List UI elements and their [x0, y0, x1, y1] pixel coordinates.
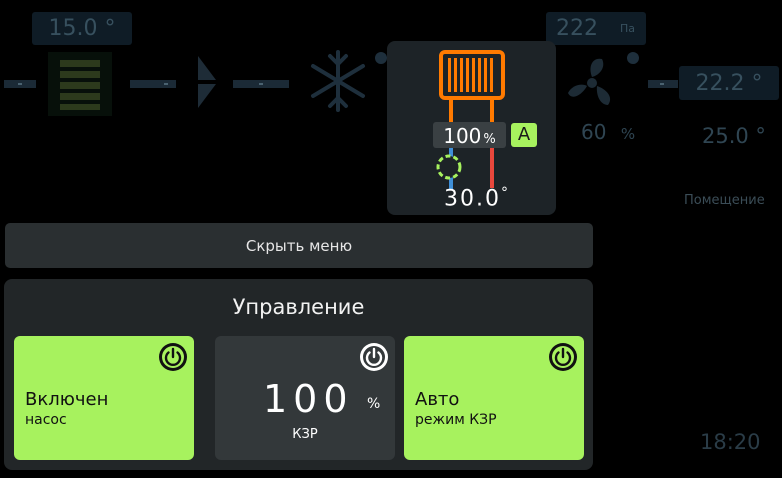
water-temp-readout: 30.0° — [444, 185, 510, 211]
power-icon[interactable] — [158, 342, 188, 372]
filter-icon[interactable] — [196, 54, 220, 110]
supply-temp-value: 15.0 ° — [48, 16, 116, 41]
power-icon[interactable] — [359, 342, 389, 372]
valve-card[interactable]: 100 % КЗР — [215, 336, 395, 460]
supply-temp-display[interactable]: 15.0 ° — [32, 12, 132, 45]
fan-speed-unit: % — [620, 125, 636, 143]
card-title: Включен — [25, 389, 109, 410]
sensor-dot — [627, 52, 639, 64]
card-subtitle: КЗР — [292, 427, 318, 442]
auto-mode-card[interactable]: Авто режим КЗР — [404, 336, 584, 460]
damper-icon[interactable] — [48, 52, 112, 116]
valve-unit: % — [367, 396, 381, 412]
control-panel: Управление Включен насос 100 % КЗР Авто — [4, 279, 593, 470]
heater-icon[interactable] — [439, 50, 505, 100]
card-subtitle: насос — [25, 412, 67, 428]
fan-speed-readout: 60 % — [581, 120, 635, 144]
pressure-value: 222 — [556, 16, 598, 41]
supply-pipe — [233, 80, 289, 88]
card-subtitle: режим КЗР — [415, 412, 497, 428]
fan-speed-value: 60 — [581, 120, 607, 144]
room-temp-display[interactable]: 22.2 ° — [679, 66, 779, 100]
fan-icon[interactable] — [562, 53, 622, 113]
clock: 18:20 — [700, 430, 761, 454]
auto-mode-badge[interactable]: A — [511, 123, 537, 147]
snowflake-icon[interactable] — [305, 48, 371, 114]
valve-value: 100 — [263, 377, 354, 421]
room-temp-value: 22.2 ° — [695, 70, 763, 96]
supply-pipe — [648, 80, 678, 88]
power-icon[interactable] — [548, 342, 578, 372]
control-title: Управление — [232, 295, 365, 319]
hide-menu-button[interactable]: Скрыть меню — [5, 223, 593, 268]
sensor-dot — [375, 52, 387, 64]
heater-panel: 100 % A 30.0° — [387, 41, 556, 215]
valve-percent-value: 100 — [443, 124, 482, 148]
room-label: Помещение — [684, 193, 765, 208]
pump-on-card[interactable]: Включен насос — [14, 336, 194, 460]
pressure-unit: Па — [620, 22, 636, 35]
water-temp-value: 30.0 — [444, 186, 501, 212]
supply-pipe — [4, 80, 36, 88]
degree-symbol: ° — [500, 185, 510, 201]
room-setpoint[interactable]: 25.0 ° — [702, 124, 766, 148]
pump-icon[interactable] — [436, 154, 462, 180]
card-title: Авто — [415, 389, 460, 410]
valve-percent-unit: % — [483, 132, 496, 147]
supply-pipe — [130, 80, 176, 88]
valve-percent-box[interactable]: 100 % — [433, 122, 506, 148]
pressure-display[interactable]: 222 Па — [546, 12, 646, 45]
